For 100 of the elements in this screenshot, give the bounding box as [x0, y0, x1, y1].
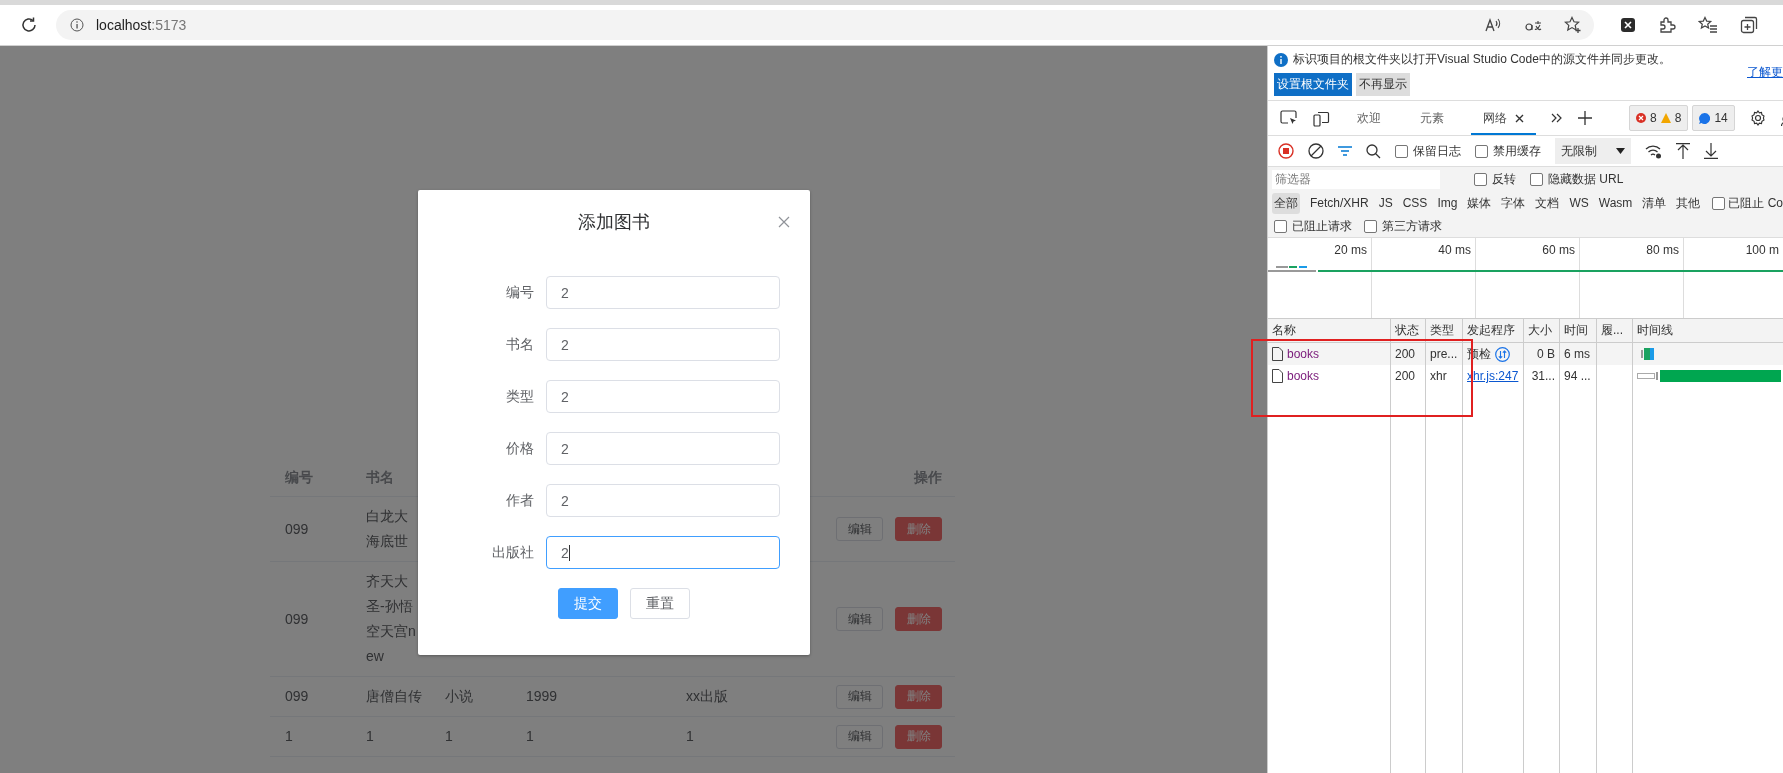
- checkbox[interactable]: [1474, 172, 1487, 186]
- checkbox-label[interactable]: 已阻止请求: [1292, 217, 1352, 235]
- type-filter[interactable]: 字体: [1499, 192, 1528, 214]
- column-header[interactable]: 时间: [1560, 319, 1597, 342]
- time-tick: 80 ms: [1646, 243, 1679, 257]
- type-filter[interactable]: Fetch/XHR: [1308, 194, 1371, 212]
- dismiss-button[interactable]: 不再显示: [1356, 73, 1410, 96]
- caret-icon: [1616, 148, 1625, 154]
- clear-icon[interactable]: [1308, 143, 1324, 159]
- download-icon[interactable]: [1704, 143, 1718, 159]
- status-code: 200: [1391, 365, 1426, 387]
- message-count: 14: [1714, 111, 1728, 125]
- puzzle-icon[interactable]: [1658, 16, 1676, 34]
- checkbox[interactable]: [1395, 144, 1408, 158]
- type-filter[interactable]: 文档: [1533, 192, 1562, 214]
- field-label: 作者: [505, 491, 535, 510]
- type-filter[interactable]: WS: [1567, 194, 1591, 212]
- settings-icon[interactable]: [1749, 110, 1766, 126]
- checkbox-label[interactable]: 保留日志: [1413, 142, 1461, 160]
- collections-icon[interactable]: [1740, 16, 1758, 34]
- type-filter[interactable]: 清单: [1640, 192, 1669, 214]
- network-conditions-icon[interactable]: [1645, 143, 1662, 159]
- table-cell-text: 1: [365, 727, 375, 746]
- type-filter[interactable]: 其他: [1674, 192, 1703, 214]
- checkbox-label[interactable]: 第三方请求: [1382, 217, 1442, 235]
- search-icon[interactable]: [1366, 143, 1381, 159]
- column-header[interactable]: 名称: [1268, 319, 1391, 342]
- filter-icon[interactable]: [1338, 145, 1352, 157]
- checkbox[interactable]: [1712, 196, 1726, 210]
- filter-field[interactable]: 筛选器: [1272, 169, 1440, 189]
- extension-icon[interactable]: [1620, 17, 1636, 33]
- table-cell-text: 099: [284, 609, 310, 629]
- throttling-dropdown[interactable]: 无限制: [1555, 138, 1631, 164]
- type-filter[interactable]: Img: [1435, 194, 1460, 212]
- input-field[interactable]: 2: [546, 484, 780, 517]
- devtools-tab[interactable]: 元素: [1408, 101, 1456, 135]
- info-icon[interactable]: [70, 18, 84, 32]
- checkbox-label[interactable]: 禁用缓存: [1493, 142, 1541, 160]
- more-tabs-icon[interactable]: [1551, 113, 1563, 123]
- column-header[interactable]: 时间线: [1633, 319, 1783, 342]
- checkbox[interactable]: [1475, 144, 1488, 158]
- device-icon[interactable]: [1313, 109, 1330, 127]
- column-header[interactable]: 履...: [1597, 319, 1633, 342]
- table-cell-text: 白龙大 海底世: [365, 507, 409, 551]
- column-header[interactable]: 发起程序: [1463, 319, 1524, 342]
- add-icon[interactable]: [1578, 111, 1592, 125]
- devtools-tab[interactable]: 欢迎: [1345, 101, 1393, 135]
- field-label: 类型: [505, 387, 535, 406]
- status-code: 200: [1391, 343, 1426, 365]
- url-text[interactable]: localhost:5173: [96, 17, 187, 33]
- column-header[interactable]: 大小: [1524, 319, 1560, 342]
- record-icon[interactable]: [1278, 143, 1294, 159]
- column-header[interactable]: 状态: [1391, 319, 1426, 342]
- type-filter[interactable]: Wasm: [1596, 194, 1635, 212]
- address-bar[interactable]: localhost:5173: [56, 10, 1594, 40]
- waterfall-bar-drawing: [1641, 348, 1657, 360]
- upload-icon[interactable]: [1676, 143, 1690, 159]
- request-name[interactable]: books: [1287, 347, 1320, 361]
- set-root-folder-button[interactable]: 设置根文件夹: [1274, 73, 1352, 96]
- checkbox-label[interactable]: 反转: [1492, 170, 1516, 188]
- reset-button[interactable]: 重置: [630, 588, 690, 619]
- checkbox-label[interactable]: 隐藏数据 URL: [1548, 170, 1624, 188]
- table-cell-text: 唐僧自传: [365, 687, 423, 706]
- table-cell-text: 1: [685, 727, 695, 746]
- type-filter[interactable]: 全部: [1272, 192, 1300, 214]
- preflight-icon[interactable]: [1495, 346, 1510, 362]
- time-tick: 60 ms: [1542, 243, 1575, 257]
- favorites-icon[interactable]: [1698, 16, 1718, 34]
- input-field[interactable]: 2: [546, 432, 780, 465]
- info-message: 标识项目的根文件夹以打开Visual Studio Code中的源文件并同步更改。: [1293, 51, 1671, 68]
- type-filter[interactable]: 媒体: [1465, 192, 1494, 214]
- checkbox[interactable]: [1274, 219, 1287, 233]
- dialog-title: 添加图书: [578, 211, 650, 234]
- issues-badge[interactable]: 8 8: [1629, 105, 1689, 131]
- learn-more-link[interactable]: 了解更: [1747, 63, 1783, 81]
- type-filter[interactable]: CSS: [1400, 194, 1430, 212]
- time-tick: 40 ms: [1438, 243, 1471, 257]
- checkbox[interactable]: [1530, 172, 1543, 186]
- input-field[interactable]: 2: [546, 536, 780, 569]
- favorite-add-icon[interactable]: [1564, 16, 1582, 34]
- request-type: xhr: [1426, 365, 1463, 387]
- messages-badge[interactable]: 14: [1692, 105, 1735, 131]
- devtools-tab[interactable]: 网络: [1471, 101, 1536, 135]
- type-filter[interactable]: JS: [1376, 194, 1395, 212]
- table-cell-text: 1: [525, 727, 535, 746]
- input-field[interactable]: 2: [546, 328, 780, 361]
- time-tick: 100 m: [1745, 243, 1779, 257]
- checkbox[interactable]: [1364, 219, 1377, 233]
- close-icon[interactable]: [1515, 113, 1524, 123]
- request-name[interactable]: books: [1287, 369, 1320, 383]
- column-header[interactable]: 类型: [1426, 319, 1463, 342]
- input-field[interactable]: 2: [546, 276, 780, 309]
- file-icon: [1272, 369, 1283, 383]
- field-label: 价格: [505, 439, 535, 458]
- read-aloud-icon[interactable]: [1484, 17, 1502, 33]
- input-field[interactable]: 2: [546, 380, 780, 413]
- checkbox-label[interactable]: 已阻止 Co: [1728, 194, 1783, 212]
- warning-count: 8: [1674, 111, 1682, 125]
- inspect-icon[interactable]: [1280, 110, 1298, 126]
- reload-icon[interactable]: [20, 16, 38, 34]
